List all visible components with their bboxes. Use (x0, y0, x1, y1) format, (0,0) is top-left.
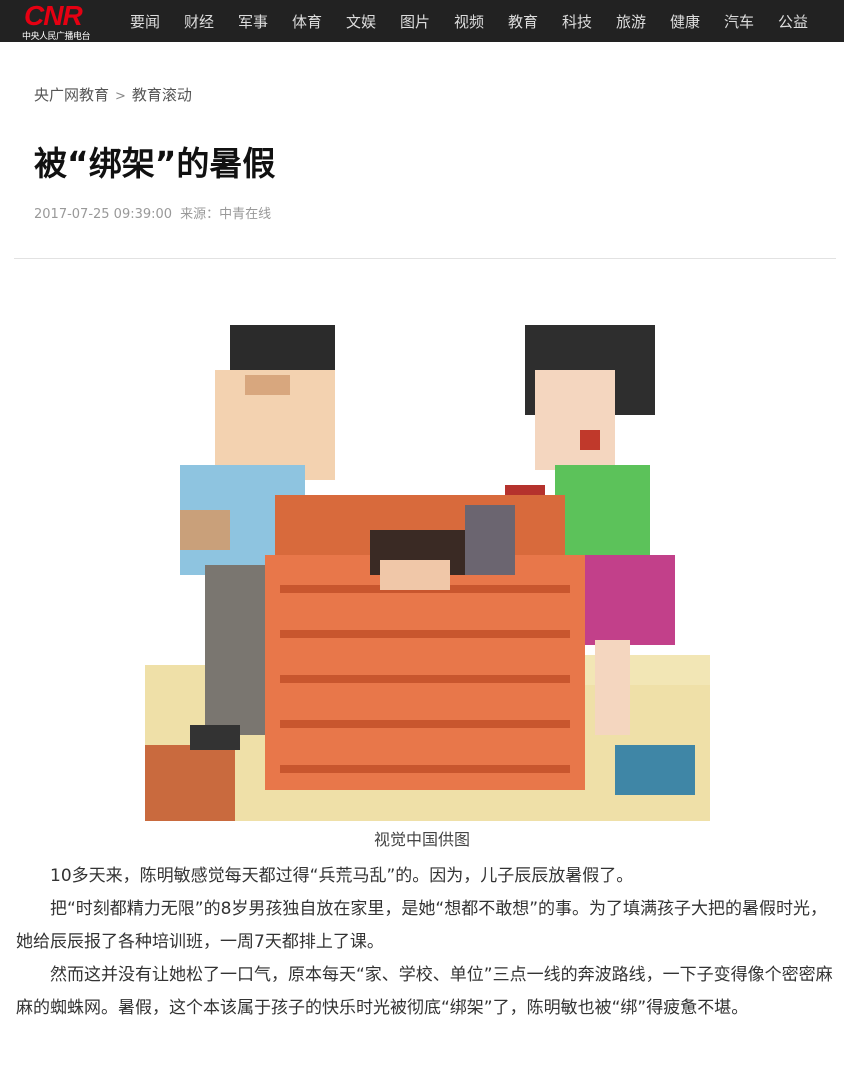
top-navigation-bar: CNR 中央人民广播电台 要闻 财经 军事 体育 文娱 图片 视频 教育 科技 … (0, 0, 844, 42)
article-datetime: 2017-07-25 09:39:00 (34, 207, 173, 222)
nav-item-video[interactable]: 视频 (442, 11, 496, 32)
breadcrumb-link-education-scroll[interactable]: 教育滚动 (132, 86, 192, 104)
nav-item-finance[interactable]: 财经 (172, 11, 226, 32)
nav-item-travel[interactable]: 旅游 (604, 11, 658, 32)
breadcrumb: 央广网教育 > 教育滚动 (34, 84, 192, 105)
nav-item-auto[interactable]: 汽车 (712, 11, 766, 32)
breadcrumb-link-education[interactable]: 央广网教育 (34, 86, 109, 104)
nav-item-news[interactable]: 要闻 (118, 11, 172, 32)
nav-item-military[interactable]: 军事 (226, 11, 280, 32)
article-illustration (145, 325, 710, 821)
header-divider (14, 258, 836, 259)
nav-item-entertainment[interactable]: 文娱 (334, 11, 388, 32)
breadcrumb-separator: > (115, 89, 126, 104)
nav-item-pictures[interactable]: 图片 (388, 11, 442, 32)
illustration-pixelated-parents-brick-wall (145, 325, 710, 821)
article-source: 来源：中青在线 (180, 207, 272, 222)
nav-item-charity[interactable]: 公益 (766, 11, 820, 32)
nav-item-health[interactable]: 健康 (658, 11, 712, 32)
article-body: 10多天来，陈明敏感觉每天都过得“兵荒马乱”的。因为，儿子辰辰放暑假了。 把“时… (16, 860, 836, 1025)
nav-item-tech[interactable]: 科技 (550, 11, 604, 32)
article-meta: 2017-07-25 09:39:00 来源：中青在线 (34, 203, 271, 222)
logo-text: CNR (24, 0, 83, 31)
article-paragraph: 然而这并没有让她松了一口气，原本每天“家、学校、单位”三点一线的奔波路线，一下子… (16, 965, 833, 1018)
main-nav: 要闻 财经 军事 体育 文娱 图片 视频 教育 科技 旅游 健康 汽车 公益 (118, 0, 820, 42)
nav-item-education[interactable]: 教育 (496, 11, 550, 32)
cnr-logo[interactable]: CNR 中央人民广播电台 (22, 0, 104, 43)
article-title: 被“绑架”的暑假 (34, 144, 276, 183)
nav-item-sports[interactable]: 体育 (280, 11, 334, 32)
logo-subtitle: 中央人民广播电台 (22, 32, 91, 42)
image-caption: 视觉中国供图 (373, 830, 470, 849)
article-paragraph: 10多天来，陈明敏感觉每天都过得“兵荒马乱”的。因为，儿子辰辰放暑假了。 (50, 866, 634, 886)
article-paragraph: 把“时刻都精力无限”的8岁男孩独自放在家里，是她“想都不敢想”的事。为了填满孩子… (16, 899, 828, 952)
